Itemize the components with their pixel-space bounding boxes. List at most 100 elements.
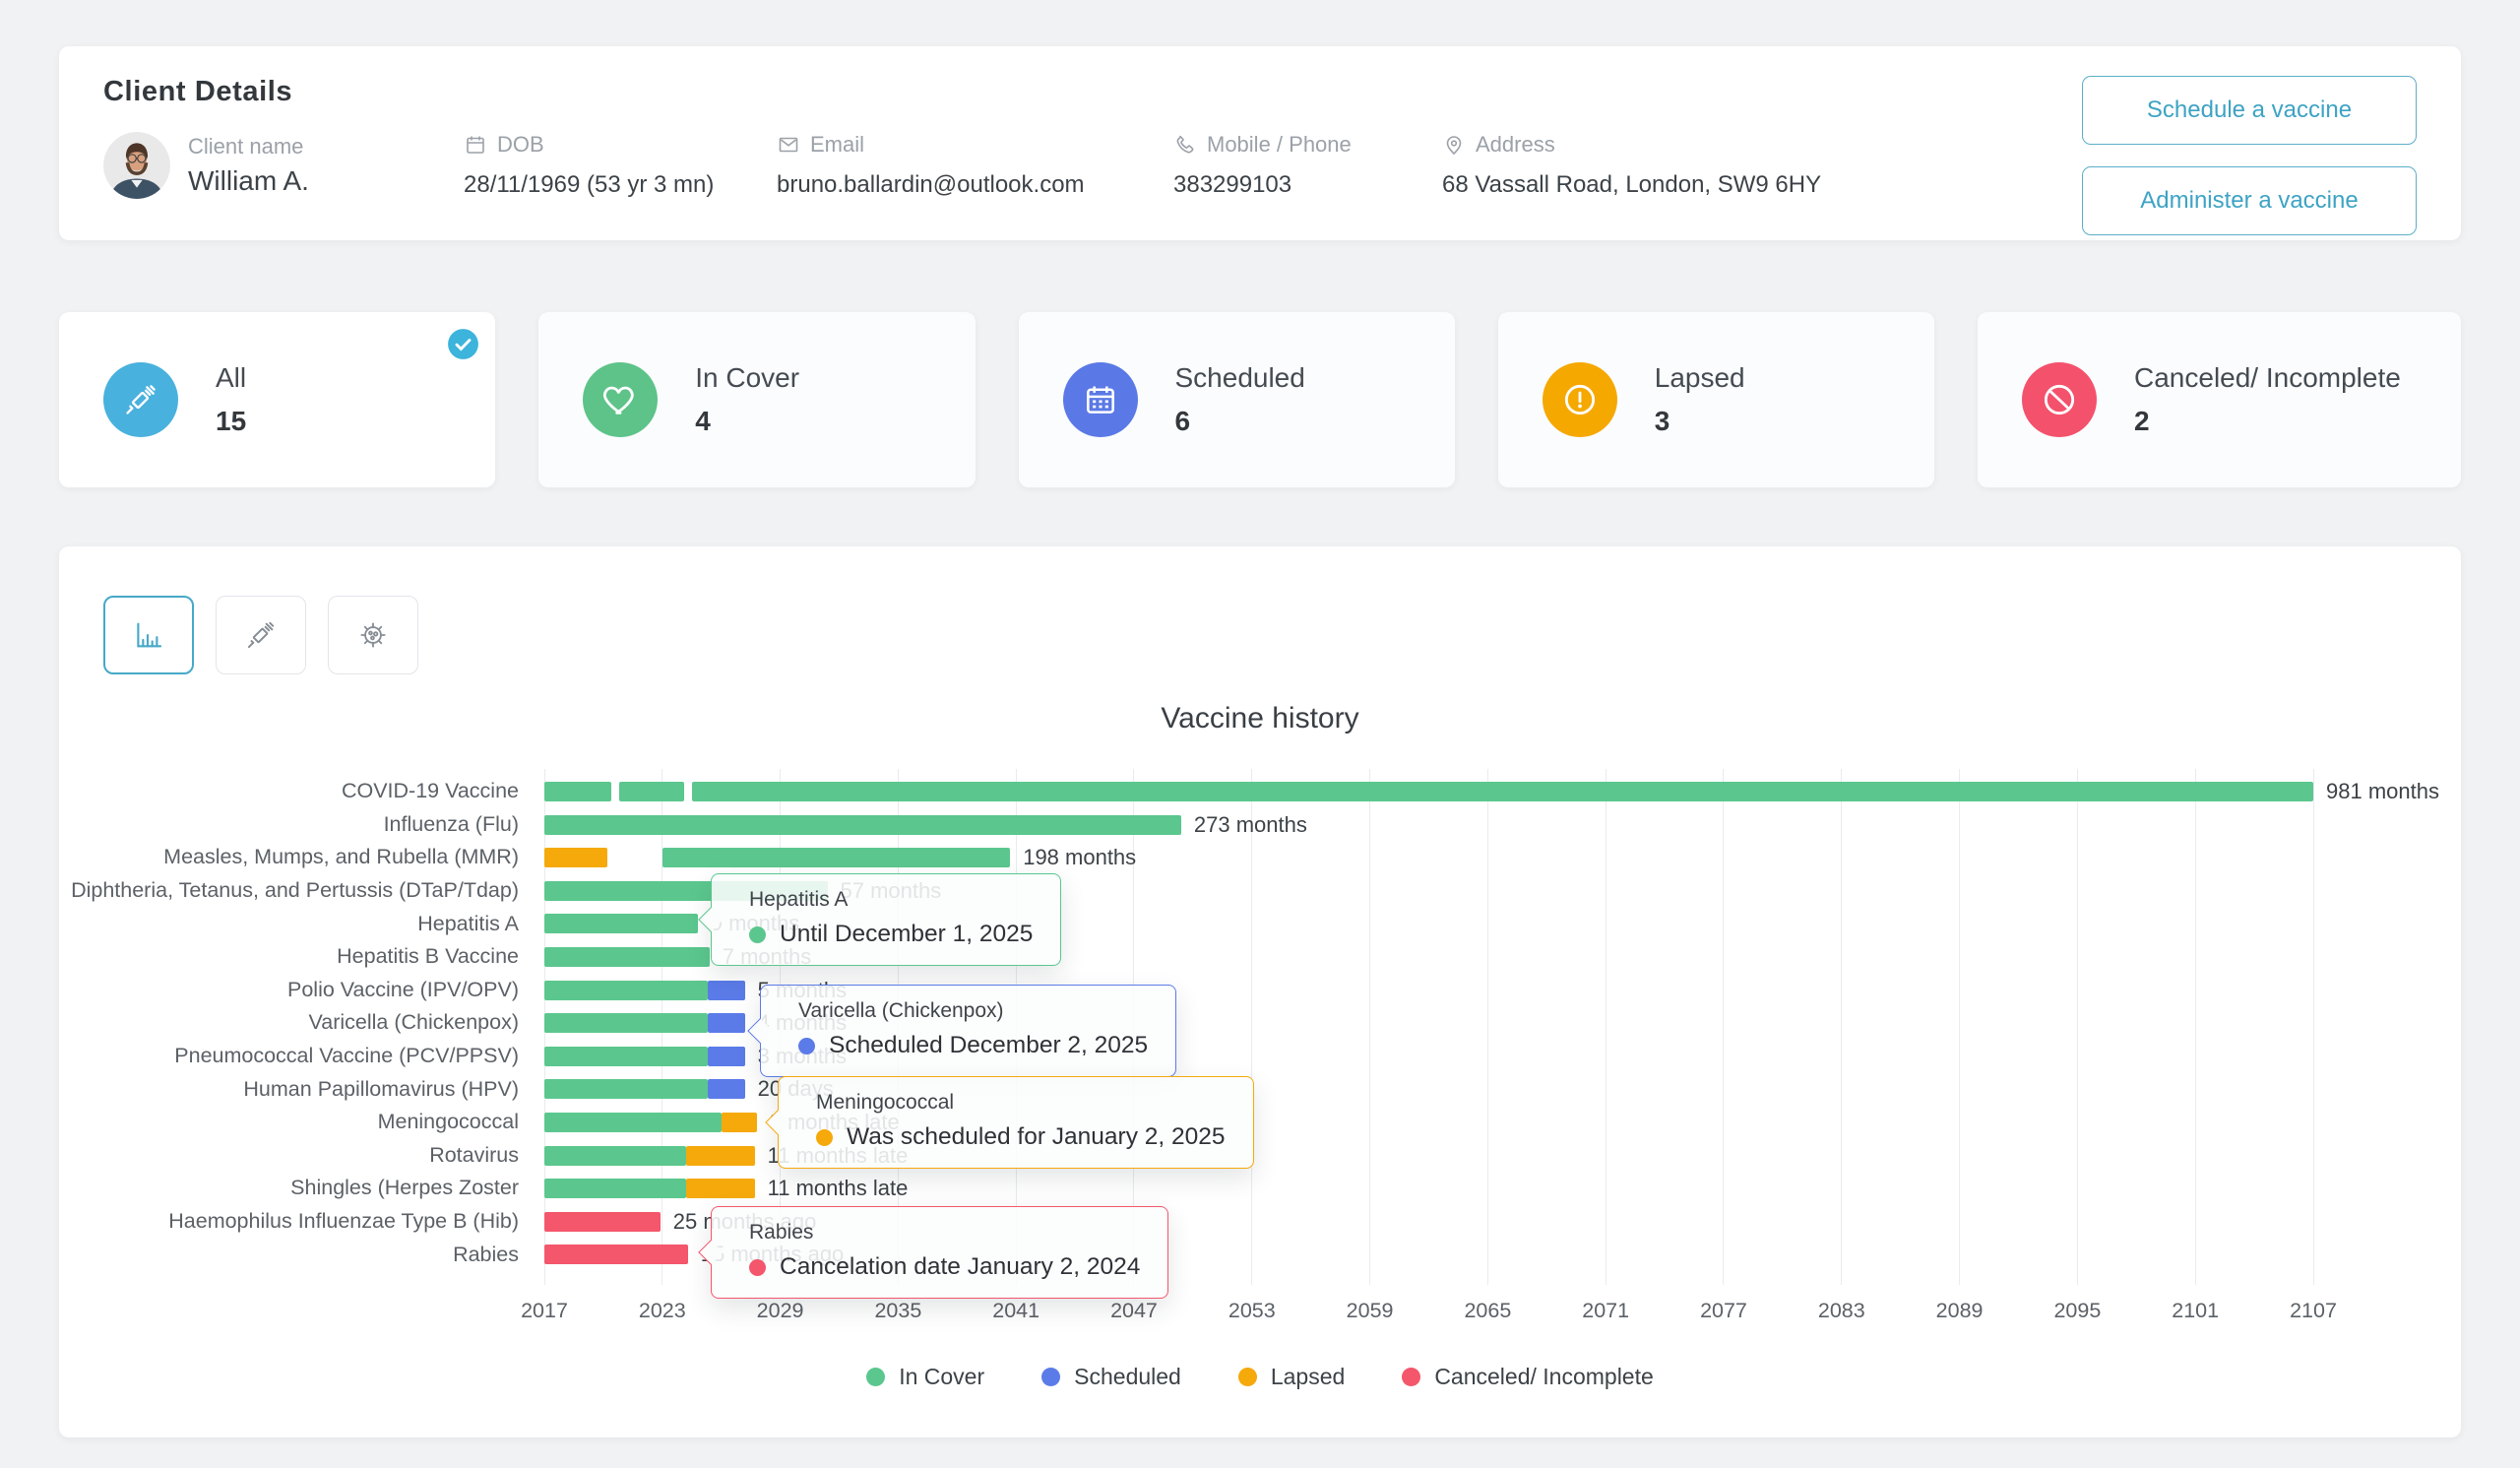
stat-card-all[interactable]: All15	[59, 312, 495, 487]
client-details-row: Client name William A. DOB 28/11/1969 (5…	[103, 132, 2417, 199]
chart-row: 11 months late	[544, 1172, 2313, 1205]
stat-card-canceled-incomplete[interactable]: Canceled/ Incomplete2	[1978, 312, 2461, 487]
address-label: Address	[1476, 132, 1555, 158]
address-value: 68 Vassall Road, London, SW9 6HY	[1442, 171, 1821, 199]
bar-segment-in_cover[interactable]	[544, 1179, 686, 1198]
x-tick-label: 2107	[2290, 1299, 2337, 1323]
legend-label: Scheduled	[1074, 1364, 1181, 1390]
legend-item-lapsed[interactable]: Lapsed	[1238, 1364, 1345, 1390]
stat-count: 4	[695, 406, 799, 437]
legend-item-in_cover[interactable]: In Cover	[866, 1364, 984, 1390]
x-tick-label: 2017	[521, 1299, 568, 1323]
legend-dot	[866, 1368, 885, 1386]
x-tick-label: 2095	[2053, 1299, 2101, 1323]
chart-row: 981 months	[544, 775, 2313, 808]
dob-field: DOB 28/11/1969 (53 yr 3 mn)	[464, 132, 759, 199]
bar-segment-lapsed[interactable]	[722, 1113, 757, 1132]
x-tick-label: 2041	[992, 1299, 1040, 1323]
status-dot	[816, 1129, 833, 1146]
vaccine-history-card: Vaccine history COVID-19 VaccineInfluenz…	[59, 546, 2461, 1437]
y-axis-label: COVID-19 Vaccine	[59, 775, 544, 808]
bar-segment-scheduled[interactable]	[708, 1013, 745, 1033]
avatar	[103, 132, 170, 199]
bar-segment-lapsed[interactable]	[686, 1146, 755, 1166]
y-axis-label: Rabies	[59, 1238, 544, 1271]
bar-segment-in_cover[interactable]	[544, 1047, 708, 1066]
legend-dot	[1238, 1368, 1257, 1386]
y-axis-label: Diphtheria, Tetanus, and Pertussis (DTaP…	[59, 874, 544, 908]
x-tick-label: 2035	[874, 1299, 921, 1323]
bar-chart-view-button[interactable]	[103, 596, 194, 674]
legend-label: Canceled/ Incomplete	[1434, 1364, 1653, 1390]
bar-segment-in_cover[interactable]	[544, 815, 1181, 835]
bar-value-label: 273 months	[1194, 808, 1307, 842]
vaccine-history-chart: COVID-19 VaccineInfluenza (Flu)Measles, …	[59, 775, 2461, 1271]
tooltip-rabies: Rabies Cancelation date January 2, 2024	[711, 1206, 1168, 1299]
stat-card-scheduled[interactable]: Scheduled6	[1019, 312, 1455, 487]
administer-vaccine-button[interactable]: Administer a vaccine	[2082, 166, 2417, 235]
stat-label: In Cover	[695, 362, 799, 394]
x-tick-label: 2053	[1228, 1299, 1276, 1323]
virus-view-button[interactable]	[328, 596, 418, 674]
legend-label: In Cover	[899, 1364, 984, 1390]
legend-item-scheduled[interactable]: Scheduled	[1041, 1364, 1181, 1390]
bar-segment-in_cover[interactable]	[544, 1013, 708, 1033]
bar-segment-scheduled[interactable]	[708, 981, 745, 1000]
cancel-icon	[2022, 362, 2097, 437]
tooltip-varicella-chickenpox: Varicella (Chickenpox)Scheduled December…	[760, 985, 1176, 1077]
bar-segment-in_cover[interactable]	[619, 782, 684, 801]
client-details-card: Client Details Client name Willi	[59, 46, 2461, 240]
syringe-view-button[interactable]	[216, 596, 306, 674]
x-tick-label: 2101	[2172, 1299, 2219, 1323]
stat-count: 6	[1175, 406, 1305, 437]
bar-segment-scheduled[interactable]	[708, 1079, 745, 1099]
legend-item-canceled[interactable]: Canceled/ Incomplete	[1402, 1364, 1653, 1390]
y-axis-label: Rotavirus	[59, 1139, 544, 1173]
client-details-title: Client Details	[103, 76, 2417, 108]
x-tick-label: 2065	[1464, 1299, 1511, 1323]
y-axis-label: Human Papillomavirus (HPV)	[59, 1072, 544, 1106]
syringe-icon	[244, 618, 278, 652]
x-tick-label: 2047	[1110, 1299, 1158, 1323]
tooltip-title: Rabies	[749, 1221, 1140, 1245]
bar-segment-in_cover[interactable]	[544, 1146, 686, 1166]
tooltip-hepatitis-a: Hepatitis AUntil December 1, 2025	[711, 873, 1061, 966]
stat-card-lapsed[interactable]: Lapsed3	[1498, 312, 1934, 487]
bar-segment-in_cover[interactable]	[544, 914, 698, 933]
client-name-field: Client name William A.	[188, 134, 370, 197]
x-tick-label: 2023	[639, 1299, 686, 1323]
phone-field: Mobile / Phone 383299103	[1173, 132, 1424, 199]
bar-chart-icon	[132, 618, 165, 652]
status-dot	[749, 1259, 766, 1276]
phone-label: Mobile / Phone	[1207, 132, 1352, 158]
bar-segment-in_cover[interactable]	[544, 1079, 708, 1099]
tooltip-title: Varicella (Chickenpox)	[798, 999, 1148, 1023]
bar-segment-lapsed[interactable]	[544, 848, 607, 867]
bar-segment-canceled[interactable]	[544, 1212, 661, 1232]
stat-label: Lapsed	[1655, 362, 1745, 394]
phone-icon	[1173, 133, 1197, 157]
bar-segment-in_cover[interactable]	[662, 848, 1010, 867]
bar-segment-in_cover[interactable]	[544, 1113, 722, 1132]
y-axis-label: Hepatitis B Vaccine	[59, 940, 544, 974]
tooltip-text: Was scheduled for January 2, 2025	[847, 1123, 1226, 1151]
bar-segment-scheduled[interactable]	[708, 1047, 745, 1066]
y-axis-label: Shingles (Herpes Zoster	[59, 1172, 544, 1205]
stat-card-in-cover[interactable]: In Cover 4	[538, 312, 975, 487]
tooltip-meningococcal: MeningococcalWas scheduled for January 2…	[778, 1076, 1254, 1169]
calendar-icon	[1063, 362, 1138, 437]
selected-check-icon	[445, 326, 481, 362]
schedule-vaccine-button[interactable]: Schedule a vaccine	[2082, 76, 2417, 145]
tooltip-text: Cancelation date January 2, 2024	[780, 1253, 1140, 1281]
client-name-label: Client name	[188, 134, 303, 160]
status-dot	[749, 926, 766, 943]
chart-toolbar	[103, 596, 2461, 674]
legend-dot	[1402, 1368, 1420, 1386]
calendar-icon	[464, 133, 487, 157]
bar-segment-in_cover[interactable]	[692, 782, 2313, 801]
bar-segment-in_cover[interactable]	[544, 981, 708, 1000]
bar-segment-canceled[interactable]	[544, 1245, 688, 1264]
bar-segment-in_cover[interactable]	[544, 782, 611, 801]
bar-segment-lapsed[interactable]	[686, 1179, 755, 1198]
bar-segment-in_cover[interactable]	[544, 947, 710, 967]
